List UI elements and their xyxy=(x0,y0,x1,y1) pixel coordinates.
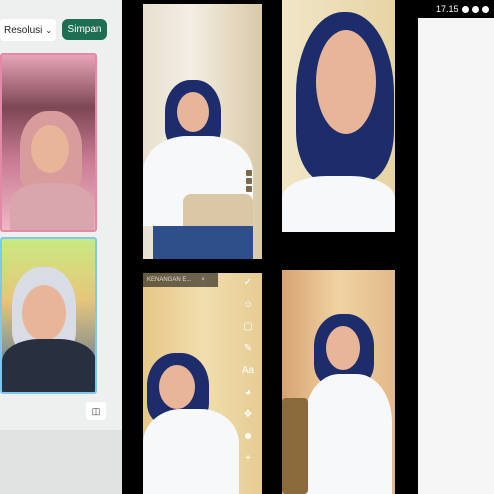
side-panel xyxy=(418,18,494,494)
face xyxy=(159,365,195,409)
resolution-label: Resolusi xyxy=(4,24,43,36)
close-icon[interactable]: × xyxy=(201,277,205,283)
chevron-down-icon: ⌄ xyxy=(45,25,53,35)
aspect-ratio-button[interactable]: ◫ xyxy=(86,402,106,420)
effects-icon[interactable]: ❖ xyxy=(244,408,253,422)
add-icon[interactable]: + xyxy=(245,452,251,466)
body xyxy=(143,409,239,494)
story-toolbar: ✓ ☺ ▢ ✎ Aa ◕ ❖ ☻ + xyxy=(238,276,258,466)
aspect-ratio-icon: ◫ xyxy=(91,405,101,416)
draw-icon[interactable]: ✎ xyxy=(244,342,252,356)
screen: Resolusi ⌄ Simpan ◫ KENANGAN E... × ✓ ☺ … xyxy=(0,0,494,494)
frame-icon[interactable]: ▢ xyxy=(243,320,252,334)
jeans xyxy=(153,226,253,259)
face-effect-icon[interactable]: ☻ xyxy=(243,430,254,444)
face xyxy=(177,92,209,132)
face xyxy=(326,326,360,370)
body xyxy=(282,176,395,232)
photo-panel[interactable] xyxy=(282,0,395,232)
notification-icon xyxy=(471,5,479,13)
check-icon[interactable]: ✓ xyxy=(244,276,252,290)
status-bar: 17.15 xyxy=(418,0,494,18)
notification-icon xyxy=(461,5,469,13)
editor-panel: Resolusi ⌄ Simpan ◫ xyxy=(0,0,122,494)
sticker-icon[interactable]: ☺ xyxy=(243,298,253,312)
save-button[interactable]: Simpan xyxy=(62,19,107,40)
story-tag-label: KENANGAN E... xyxy=(147,277,192,283)
notification-icon xyxy=(481,5,489,13)
photo-panel[interactable] xyxy=(282,270,395,494)
body xyxy=(10,183,94,230)
body xyxy=(2,339,95,392)
face xyxy=(316,30,376,134)
photo-panel[interactable] xyxy=(143,4,262,259)
sofa xyxy=(282,398,308,494)
filter-icon[interactable]: ◕ xyxy=(245,386,251,400)
decor xyxy=(246,170,252,198)
photo-thumbnail[interactable] xyxy=(0,237,97,394)
status-time: 17.15 xyxy=(436,4,459,14)
editor-bottom-bar xyxy=(0,430,122,494)
face xyxy=(31,125,69,173)
body xyxy=(304,374,392,494)
face xyxy=(22,285,66,341)
story-tag[interactable]: KENANGAN E... × xyxy=(143,273,218,287)
text-icon[interactable]: Aa xyxy=(242,364,254,378)
photo-thumbnail[interactable] xyxy=(0,53,97,232)
resolution-dropdown[interactable]: Resolusi ⌄ xyxy=(0,19,56,41)
